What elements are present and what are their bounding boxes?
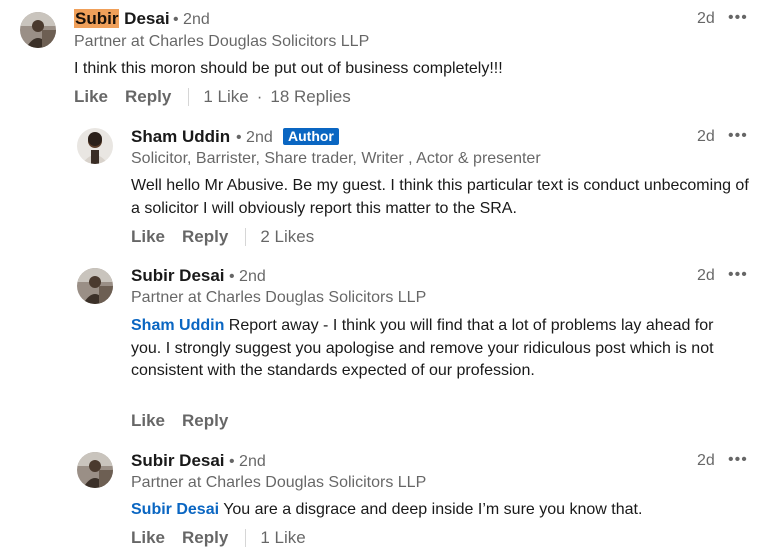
highlighted-name: Subir bbox=[74, 9, 120, 28]
reply-author-name[interactable]: Subir Desai bbox=[131, 266, 225, 286]
reply-timestamp: 2d bbox=[697, 128, 715, 145]
comment-text: I think this moron should be put out of … bbox=[74, 60, 503, 77]
avatar-sham-uddin[interactable] bbox=[77, 128, 113, 164]
divider bbox=[245, 529, 247, 547]
reply-author-headline: Partner at Charles Douglas Solicitors LL… bbox=[131, 474, 427, 491]
reply-button[interactable]: Reply bbox=[125, 87, 171, 107]
avatar-subir-desai[interactable] bbox=[77, 452, 113, 488]
commenter-headline: Partner at Charles Douglas Solicitors LL… bbox=[74, 33, 370, 50]
mention-link[interactable]: Subir Desai bbox=[131, 501, 219, 518]
reply-author-name[interactable]: Sham Uddin bbox=[131, 127, 230, 147]
connection-degree: • 2nd bbox=[229, 268, 266, 285]
reply-button[interactable]: Reply bbox=[182, 528, 228, 548]
like-button[interactable]: Like bbox=[131, 528, 165, 548]
connection-degree: • 2nd bbox=[236, 129, 273, 146]
comment-actions: Like Reply 1 Like · 18 Replies bbox=[74, 87, 351, 107]
avatar-subir-desai[interactable] bbox=[20, 12, 56, 48]
mention-link[interactable]: Sham Uddin bbox=[131, 317, 224, 334]
more-options-icon[interactable]: ••• bbox=[728, 9, 748, 27]
reply-button[interactable]: Reply bbox=[182, 411, 228, 431]
reply-actions: Like Reply 1 Like bbox=[131, 528, 306, 548]
more-options-icon[interactable]: ••• bbox=[728, 127, 748, 145]
like-button[interactable]: Like bbox=[131, 227, 165, 247]
reply-actions: Like Reply 2 Likes bbox=[131, 227, 314, 247]
connection-degree: • 2nd bbox=[173, 11, 210, 28]
connection-degree: • 2nd bbox=[229, 453, 266, 470]
reply-author-headline: Partner at Charles Douglas Solicitors LL… bbox=[131, 289, 427, 306]
reply-text: Sham Uddin Report away - I think you wil… bbox=[131, 317, 714, 379]
likes-count[interactable]: 1 Like bbox=[260, 528, 305, 548]
like-button[interactable]: Like bbox=[131, 411, 165, 431]
reply-timestamp: 2d bbox=[697, 267, 715, 284]
comment-timestamp: 2d bbox=[697, 10, 715, 27]
author-badge: Author bbox=[279, 128, 339, 148]
reply-text: Well hello Mr Abusive. Be my guest. I th… bbox=[131, 177, 749, 217]
reply-author-headline: Solicitor, Barrister, Share trader, Writ… bbox=[131, 150, 541, 167]
divider bbox=[245, 228, 247, 246]
likes-count[interactable]: 2 Likes bbox=[260, 227, 314, 247]
replies-count[interactable]: 18 Replies bbox=[270, 87, 350, 107]
like-button[interactable]: Like bbox=[74, 87, 108, 107]
likes-count[interactable]: 1 Like bbox=[203, 87, 248, 107]
more-options-icon[interactable]: ••• bbox=[728, 266, 748, 284]
reply-text: Subir Desai You are a disgrace and deep … bbox=[131, 501, 643, 518]
reply-button[interactable]: Reply bbox=[182, 227, 228, 247]
more-options-icon[interactable]: ••• bbox=[728, 451, 748, 469]
commenter-name[interactable]: Subir Desai bbox=[74, 9, 170, 29]
reply-author-name[interactable]: Subir Desai bbox=[131, 451, 225, 471]
avatar-subir-desai[interactable] bbox=[77, 268, 113, 304]
dot-separator: · bbox=[256, 87, 263, 106]
reply-timestamp: 2d bbox=[697, 452, 715, 469]
reply-actions: Like Reply bbox=[131, 411, 228, 431]
divider bbox=[188, 88, 190, 106]
